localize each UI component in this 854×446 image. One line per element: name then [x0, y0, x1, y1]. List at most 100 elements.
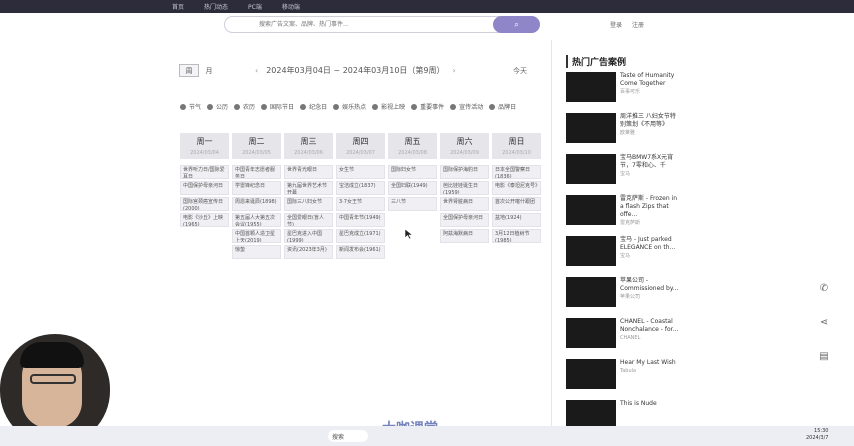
case-thumbnail[interactable]: [566, 113, 616, 143]
case-title[interactable]: 宝马BMW7系X元宵节，7零和心、千: [620, 154, 681, 170]
calendar-event[interactable]: 电影《泰坦尼克号》: [492, 181, 541, 195]
tab-week[interactable]: 周: [179, 64, 199, 77]
case-title[interactable]: 苹果公司 - Commissioned by...: [620, 277, 681, 293]
case-title[interactable]: Hear My Last Wish: [620, 359, 676, 367]
calendar-event[interactable]: 宝洁成立(1837): [336, 181, 385, 195]
calendar-event[interactable]: 3·7女王节: [336, 197, 385, 211]
calendar-event[interactable]: 国际妇女节: [388, 165, 437, 179]
case-thumbnail[interactable]: [566, 154, 616, 184]
nav-item-pc[interactable]: PC端: [248, 2, 262, 11]
nav-item-home[interactable]: 首页: [172, 2, 184, 11]
day-column: 周六 2024/03/09 国际保护海豹日 芭比娃娃诞生日(1959) 世界肾脏病日 全国…: [440, 133, 489, 261]
calendar-event[interactable]: 中国首颗人造卫星上天(2019): [232, 229, 281, 243]
legend-dot-icon: [234, 103, 241, 110]
case-title[interactable]: 雷克萨斯 - Frozen in a flash Zips that offe.…: [620, 195, 681, 219]
legend-item[interactable]: 娱乐热点: [333, 102, 366, 111]
case-title[interactable]: 周洋推三 八妇女节特别策划《不用等》: [620, 113, 681, 129]
case-title[interactable]: CHANEL - Coastal Nonchalance - for...: [620, 318, 681, 334]
calendar-event[interactable]: 首次公开喀什跟团: [492, 197, 541, 211]
calendar-event[interactable]: 阿兹海默病日: [440, 229, 489, 243]
hot-case-item[interactable]: 雷克萨斯 - Frozen in a flash Zips that offe.…: [566, 195, 681, 236]
calendar-event[interactable]: 惊蛰: [232, 245, 281, 259]
tab-month[interactable]: 月: [199, 64, 219, 77]
legend-item[interactable]: 国际节日: [261, 102, 294, 111]
calendar-event[interactable]: 第九届世界艺术节开幕: [284, 181, 333, 195]
search-input[interactable]: [259, 17, 517, 32]
calendar-event[interactable]: 国际保护海豹日: [440, 165, 489, 179]
legend-item[interactable]: 农历: [234, 102, 255, 111]
hot-case-item[interactable]: 宝马 - Just parked ELEGANCE on th... 宝马: [566, 236, 681, 277]
case-title[interactable]: This is Nude: [620, 400, 657, 408]
prev-week-icon[interactable]: ‹: [255, 66, 258, 75]
hot-case-item[interactable]: Hear My Last Wish Tabula: [566, 359, 681, 400]
legend-dot-icon: [411, 103, 418, 110]
calendar-event[interactable]: 资讯(2023年3月): [284, 245, 333, 259]
case-thumbnail[interactable]: [566, 359, 616, 389]
case-thumbnail[interactable]: [566, 72, 616, 102]
weekday-label: 周三: [300, 137, 317, 146]
calendar-event[interactable]: 周恩来诞辰(1898): [232, 197, 281, 211]
calendar-event[interactable]: 第五届人大第五次会议(1955): [232, 213, 281, 227]
calendar-event[interactable]: 星巴克进入中国(1999): [284, 229, 333, 243]
wechat-icon[interactable]: ✆: [812, 278, 836, 298]
legend-item[interactable]: 节气: [180, 102, 201, 111]
nav-item-trends[interactable]: 热门动态: [204, 2, 228, 11]
calendar-event[interactable]: 世界青光眼日: [284, 165, 333, 179]
calendar-event[interactable]: 国际三八妇女节: [284, 197, 333, 211]
case-title[interactable]: 宝马 - Just parked ELEGANCE on th...: [620, 236, 681, 252]
calendar-event[interactable]: 学雷锋纪念日: [232, 181, 281, 195]
calendar-event[interactable]: 国际宫颈癌宣传日(2000): [180, 197, 229, 211]
hot-case-item[interactable]: 苹果公司 - Commissioned by... 苹果公司: [566, 277, 681, 318]
document-icon[interactable]: ▤: [812, 346, 836, 366]
date-label: 2024/03/05: [242, 150, 271, 156]
case-thumbnail[interactable]: [566, 195, 616, 225]
share-icon[interactable]: ⋖: [812, 312, 836, 332]
legend-item[interactable]: 纪念日: [300, 102, 327, 111]
legend-item[interactable]: 宣传活动: [450, 102, 483, 111]
calendar-event[interactable]: 盆地(1924): [492, 213, 541, 227]
mouse-cursor-icon: [404, 228, 414, 240]
calendar-event[interactable]: 日本全国警察日(1836): [492, 165, 541, 179]
calendar-event[interactable]: 新闻发布会(1961): [336, 245, 385, 259]
login-link[interactable]: 登录: [610, 20, 622, 29]
hot-case-item[interactable]: 周洋推三 八妇女节特别策划《不用等》 欧莱雅: [566, 113, 681, 154]
calendar-event[interactable]: 电影《沙丘》上映(1965): [180, 213, 229, 227]
hot-cases-list: Taste of Humanity Come Together 百事可乐 周洋推三 …: [566, 72, 681, 441]
hot-case-item[interactable]: 宝马BMW7系X元宵节，7零和心、千 宝马: [566, 154, 681, 195]
date-label: 2024/03/07: [346, 150, 375, 156]
case-text: 宝马BMW7系X元宵节，7零和心、千 宝马: [620, 154, 681, 195]
weekday-label: 周日: [508, 137, 525, 146]
calendar-event[interactable]: 全国保护母亲河日: [440, 213, 489, 227]
legend-item[interactable]: 品牌日: [489, 102, 516, 111]
calendar-event[interactable]: 全国妇联(1949): [388, 181, 437, 195]
nav-item-mobile[interactable]: 移动端: [282, 2, 300, 11]
today-button[interactable]: 今天: [513, 66, 527, 76]
legend-item[interactable]: 影视上映: [372, 102, 405, 111]
legend-label: 国际节日: [270, 104, 295, 111]
calendar-event[interactable]: 世界听力日/国际爱耳日: [180, 165, 229, 179]
calendar-event[interactable]: 3月12日植树节(1985): [492, 229, 541, 243]
legend-item[interactable]: 公历: [207, 102, 228, 111]
side-tools: ✆ ⋖ ▤: [812, 278, 836, 366]
next-week-icon[interactable]: ›: [453, 66, 456, 75]
calendar-event[interactable]: 星巴克成立(1971): [336, 229, 385, 243]
calendar-event[interactable]: 芭比娃娃诞生日(1959): [440, 181, 489, 195]
calendar-event[interactable]: 世界肾脏病日: [440, 197, 489, 211]
case-thumbnail[interactable]: [566, 277, 616, 307]
calendar-event[interactable]: 中国青年节(1949): [336, 213, 385, 227]
calendar-event[interactable]: 女生节: [336, 165, 385, 179]
weekday-label: 周一: [196, 137, 213, 146]
register-link[interactable]: 注册: [632, 20, 644, 29]
calendar-event[interactable]: 三八节: [388, 197, 437, 211]
case-thumbnail[interactable]: [566, 318, 616, 348]
case-title[interactable]: Taste of Humanity Come Together: [620, 72, 681, 88]
taskbar-search[interactable]: 搜索: [328, 430, 368, 442]
hot-case-item[interactable]: Taste of Humanity Come Together 百事可乐: [566, 72, 681, 113]
calendar-event[interactable]: 中国保护母亲河日: [180, 181, 229, 195]
hot-case-item[interactable]: CHANEL - Coastal Nonchalance - for... CHA…: [566, 318, 681, 359]
calendar-event[interactable]: 中国青年志愿者服务日: [232, 165, 281, 179]
legend-item[interactable]: 重要事件: [411, 102, 444, 111]
calendar-event[interactable]: 全国爱眼日(盲人节): [284, 213, 333, 227]
search-button[interactable]: ⌕: [493, 16, 540, 33]
case-thumbnail[interactable]: [566, 236, 616, 266]
